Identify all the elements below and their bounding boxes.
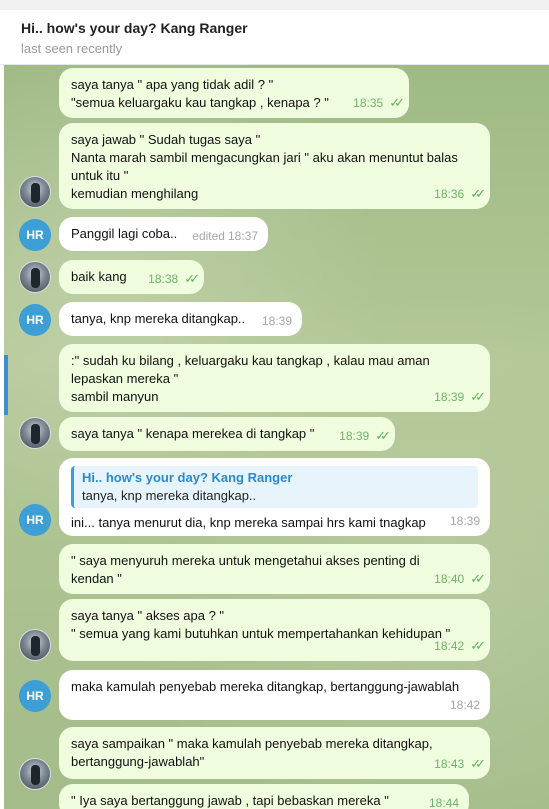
message-bubble[interactable]: " Iya saya bertanggung jawab , tapi beba… xyxy=(59,784,469,809)
message-time: 18:39 xyxy=(261,314,292,328)
double-check-icon: ✓✓ xyxy=(470,389,486,404)
user-avatar[interactable] xyxy=(19,629,51,661)
double-check-icon: ✓✓ xyxy=(389,95,405,110)
last-seen-status: last seen recently xyxy=(21,41,123,56)
avatar-figure xyxy=(31,424,40,444)
message-list[interactable]: saya tanya " apa yang tidak adil ? " "se… xyxy=(4,65,549,809)
message-text: saya jawab " Sudah tugas saya " xyxy=(71,132,261,147)
message-text: saya tanya " apa yang tidak adil ? " xyxy=(71,77,274,92)
message-bubble[interactable]: Panggil lagi coba.. edited 18:37 xyxy=(59,217,268,251)
message-time: 18:35 ✓✓ xyxy=(353,95,405,110)
scroll-indicator xyxy=(4,355,8,415)
message-text: ini... tanya menurut dia, knp mereka sam… xyxy=(71,515,426,530)
user-avatar[interactable] xyxy=(19,417,51,449)
message-text: saya tanya " akses apa ? " xyxy=(71,608,225,623)
message-time: 18:36 ✓✓ xyxy=(434,186,486,201)
double-check-icon: ✓✓ xyxy=(470,756,486,771)
message-time: 18:44 xyxy=(428,796,459,809)
message-bubble[interactable]: tanya, knp mereka ditangkap.. 18:39 xyxy=(59,302,302,336)
double-check-icon: ✓✓ xyxy=(470,571,486,586)
avatar-figure xyxy=(31,636,40,656)
message-bubble[interactable]: saya jawab " Sudah tugas saya " Nanta ma… xyxy=(59,123,490,209)
message-text: kemudian menghilang xyxy=(71,186,199,201)
user-avatar[interactable] xyxy=(19,758,51,790)
hr-avatar[interactable]: HR xyxy=(19,504,51,536)
double-check-icon: ✓✓ xyxy=(184,271,200,286)
message-text: sambil manyun xyxy=(71,389,159,404)
message-text: " saya menyuruh mereka untuk mengetahui … xyxy=(71,553,420,568)
edited-label: edited xyxy=(192,229,225,243)
message-bubble[interactable]: saya tanya " akses apa ? " " semua yang … xyxy=(59,599,490,661)
avatar-figure xyxy=(31,765,40,785)
message-bubble[interactable]: :" sudah ku bilang , keluargaku kau tang… xyxy=(59,344,490,412)
message-time: 18:42 ✓✓ xyxy=(434,638,486,653)
message-bubble[interactable]: Hi.. how's your day? Kang Ranger tanya, … xyxy=(59,458,490,536)
hr-avatar[interactable]: HR xyxy=(19,219,51,251)
message-text: "semua keluargaku kau tangkap , kenapa ?… xyxy=(71,95,329,110)
message-time: 18:39 xyxy=(449,514,480,528)
message-text: Nanta marah sambil mengacungkan jari " a… xyxy=(71,150,458,165)
message-text: bertanggung-jawablah" xyxy=(71,754,205,769)
message-time: 18:38 ✓✓ xyxy=(148,271,200,286)
message-text: kendan " xyxy=(71,571,122,586)
message-text: :" sudah ku bilang , keluargaku kau tang… xyxy=(71,353,430,368)
message-bubble[interactable]: baik kang 18:38 ✓✓ xyxy=(59,260,204,294)
hr-avatar[interactable]: HR xyxy=(19,304,51,336)
message-bubble[interactable]: saya tanya " kenapa merekea di tangkap "… xyxy=(59,417,395,451)
message-text: maka kamulah penyebab mereka ditangkap, … xyxy=(71,679,460,694)
double-check-icon: ✓✓ xyxy=(375,428,391,443)
message-time: 18:40 ✓✓ xyxy=(434,571,486,586)
double-check-icon: ✓✓ xyxy=(470,186,486,201)
avatar-figure xyxy=(31,268,40,288)
hr-avatar[interactable]: HR xyxy=(19,680,51,712)
user-avatar[interactable] xyxy=(19,176,51,208)
message-time: edited 18:37 xyxy=(192,229,258,243)
double-check-icon: ✓✓ xyxy=(470,638,486,653)
window-top-strip xyxy=(0,0,549,10)
message-time: 18:39 ✓✓ xyxy=(434,389,486,404)
user-avatar[interactable] xyxy=(19,261,51,293)
message-text: untuk itu " xyxy=(71,168,129,183)
message-bubble[interactable]: " saya menyuruh mereka untuk mengetahui … xyxy=(59,544,490,594)
message-time: 18:39 ✓✓ xyxy=(339,428,391,443)
reply-quote[interactable]: Hi.. how's your day? Kang Ranger tanya, … xyxy=(71,466,478,508)
chat-header[interactable]: Hi.. how's your day? Kang Ranger last se… xyxy=(0,10,549,65)
message-time: 18:42 xyxy=(449,698,480,712)
message-text: " Iya saya bertanggung jawab , tapi beba… xyxy=(71,793,389,808)
message-time: 18:43 ✓✓ xyxy=(434,756,486,771)
message-text: tanya, knp mereka ditangkap.. xyxy=(71,311,246,326)
message-text: lepaskan mereka " xyxy=(71,371,179,386)
message-text: saya tanya " kenapa merekea di tangkap " xyxy=(71,426,315,441)
avatar-figure xyxy=(31,183,40,203)
message-bubble[interactable]: saya tanya " apa yang tidak adil ? " "se… xyxy=(59,68,409,118)
message-text: saya sampaikan " maka kamulah penyebab m… xyxy=(71,736,433,751)
message-text: " semua yang kami butuhkan untuk mempert… xyxy=(71,626,451,641)
reply-text: tanya, knp mereka ditangkap.. xyxy=(82,488,257,503)
message-bubble[interactable]: saya sampaikan " maka kamulah penyebab m… xyxy=(59,727,490,779)
message-bubble[interactable]: maka kamulah penyebab mereka ditangkap, … xyxy=(59,670,490,720)
reply-author: Hi.. how's your day? Kang Ranger xyxy=(82,470,293,485)
chat-title: Hi.. how's your day? Kang Ranger xyxy=(21,20,248,36)
